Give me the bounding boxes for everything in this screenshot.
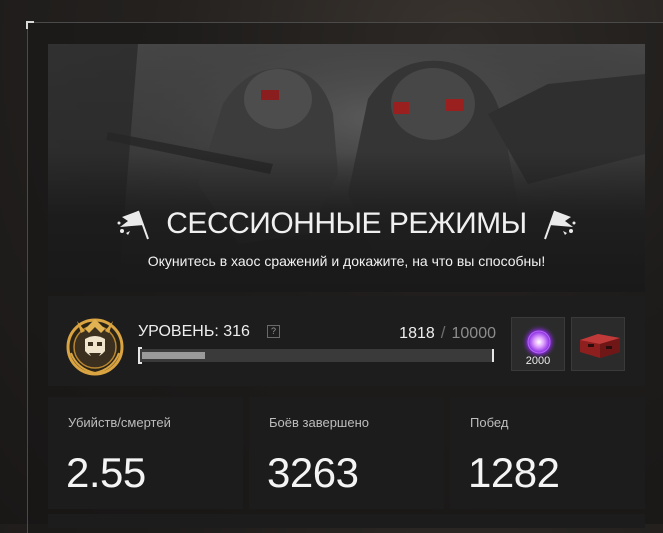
xp-progress-bar bbox=[138, 347, 494, 364]
red-crate-icon bbox=[580, 334, 620, 358]
reward-crate-slot[interactable] bbox=[571, 317, 625, 371]
stat-card-kd: Убийств/смертей 2.55 bbox=[48, 397, 243, 509]
stat-label: Боёв завершено bbox=[269, 415, 369, 430]
flag-icon bbox=[117, 210, 150, 240]
banner-title-row: СЕССИОННЫЕ РЕЖИМЫ bbox=[48, 204, 645, 244]
xp-current-value: 1818 bbox=[399, 325, 435, 342]
stat-label: Убийств/смертей bbox=[68, 415, 171, 430]
xp-counter: 1818 / 10000 bbox=[399, 323, 496, 343]
xp-max-value: 10000 bbox=[451, 325, 497, 342]
next-panel-edge bbox=[48, 514, 645, 528]
xp-separator: / bbox=[440, 323, 446, 342]
stat-card-wins: Побед 1282 bbox=[450, 397, 645, 509]
reward-crystal-count: 2000 bbox=[525, 355, 551, 367]
frame-corner-marker bbox=[26, 21, 34, 29]
stat-label: Побед bbox=[470, 415, 509, 430]
stat-value: 3263 bbox=[267, 449, 359, 496]
flag-icon bbox=[543, 210, 576, 240]
banner-title: СЕССИОННЫЕ РЕЖИМЫ bbox=[166, 207, 527, 240]
level-panel: УРОВЕНЬ: 316 ? 1818 / 10000 2000 bbox=[48, 296, 645, 386]
banner-subtitle: Окунитесь в хаос сражений и докажите, на… bbox=[147, 253, 546, 269]
stat-value: 1282 bbox=[468, 449, 560, 496]
stat-value: 2.55 bbox=[66, 449, 146, 496]
rank-badge-icon bbox=[66, 318, 124, 376]
xp-progress-fill bbox=[142, 352, 205, 359]
reward-crystal-slot[interactable]: 2000 bbox=[511, 317, 565, 371]
session-modes-banner: СЕССИОННЫЕ РЕЖИМЫ Окунитесь в хаос сраже… bbox=[48, 44, 645, 292]
level-label: УРОВЕНЬ: 316 bbox=[138, 323, 250, 340]
stat-card-battles: Боёв завершено 3263 bbox=[249, 397, 444, 509]
help-icon[interactable]: ? bbox=[267, 325, 280, 338]
